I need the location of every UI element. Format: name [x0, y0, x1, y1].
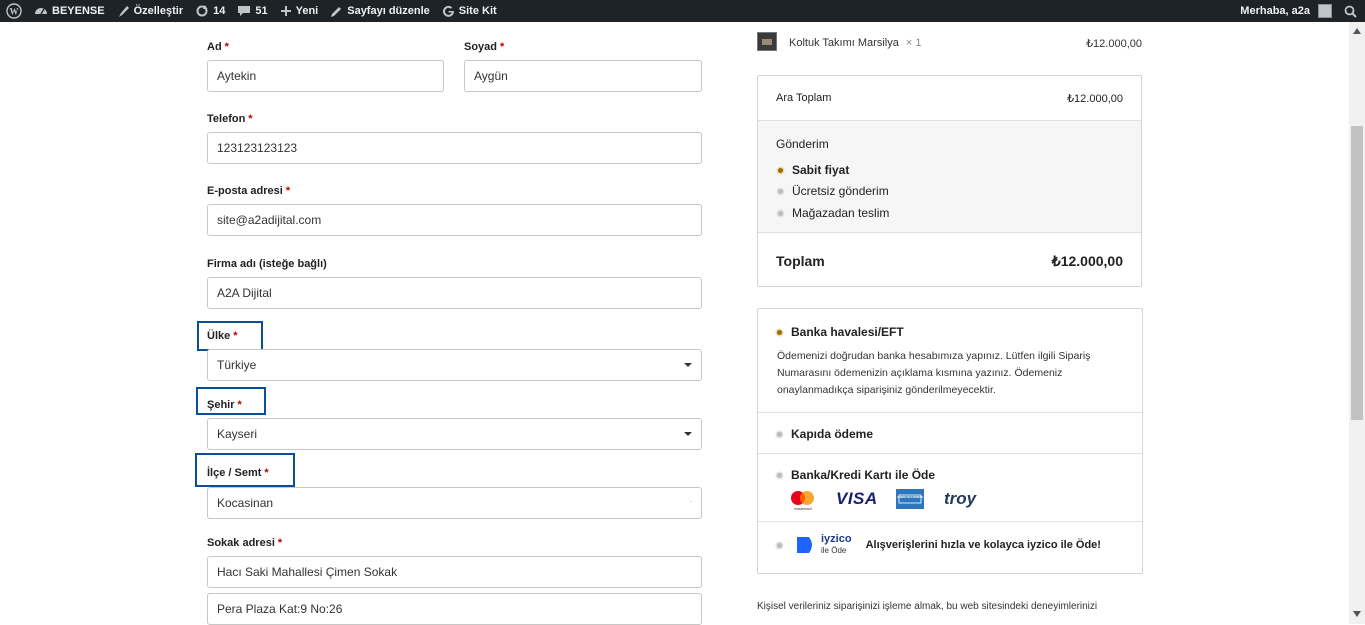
product-qty: × 1: [905, 37, 922, 49]
card-label: Banka/Kredi Kartı ile Öde: [791, 468, 936, 482]
shipping-section: Gönderim Sabit fiyat Ücretsiz gönderim M…: [758, 120, 1141, 233]
avatar: [1318, 4, 1332, 18]
comments-count: 51: [255, 5, 268, 17]
country-select[interactable]: Türkiye: [207, 349, 702, 381]
google-g-icon: [442, 5, 454, 17]
total-label: Toplam: [776, 253, 825, 269]
company-input[interactable]: A2A Dijital: [207, 277, 702, 309]
plus-icon: [280, 6, 291, 16]
scroll-down-icon[interactable]: [1353, 611, 1361, 617]
total-row: Toplam ₺12.000,00: [758, 234, 1141, 288]
updates-button[interactable]: 14: [189, 0, 231, 22]
comment-icon: [238, 6, 251, 16]
email-input[interactable]: site@a2adijital.com: [207, 204, 702, 236]
comments-button[interactable]: 51: [231, 0, 273, 22]
order-totals: Ara Toplam ₺12.000,00 Gönderim Sabit fiy…: [757, 75, 1142, 287]
country-label: Ülke *: [207, 330, 238, 342]
admin-bar: W BEYENSE Özelleştir 14 51 Yeni Sayfayı …: [0, 0, 1365, 22]
shipping-option-flat[interactable]: Sabit fiyat: [778, 163, 849, 177]
troy-logo: troy: [944, 489, 977, 508]
scroll-up-icon[interactable]: [1353, 28, 1361, 34]
refresh-icon: [196, 5, 208, 17]
new-content-button[interactable]: Yeni: [274, 0, 325, 22]
shipping-label: Gönderim: [776, 137, 829, 151]
product-price: ₺12.000,00: [1086, 38, 1142, 50]
edit-page-label: Sayfayı düzenle: [347, 5, 430, 17]
wordpress-icon: W: [6, 3, 22, 19]
site-name: BEYENSE: [52, 5, 105, 17]
search-icon: [1344, 5, 1357, 18]
radio-icon: [777, 431, 782, 437]
radio-icon: [777, 542, 782, 548]
bank-transfer-label: Banka havalesi/EFT: [791, 325, 904, 339]
svg-text:W: W: [10, 7, 19, 17]
scroll-thumb[interactable]: [1351, 126, 1363, 420]
iyzico-logo-icon: [797, 537, 812, 553]
updates-count: 14: [213, 5, 226, 17]
last-name-input[interactable]: Aygün: [464, 60, 702, 92]
customize-label: Özelleştir: [133, 5, 184, 17]
district-label: İlçe / Semt *: [207, 467, 269, 479]
bank-transfer-description: Ödemenizi doğrudan banka hesabımıza yapı…: [777, 350, 1091, 396]
privacy-notice: Kişisel verileriniz siparişinizi işleme …: [757, 601, 1098, 612]
chevron-down-icon: [684, 432, 692, 436]
customize-button[interactable]: Özelleştir: [111, 0, 190, 22]
payment-cash-on-delivery[interactable]: Kapıda ödeme: [758, 412, 1142, 453]
edit-page-button[interactable]: Sayfayı düzenle: [324, 0, 436, 22]
street-label: Sokak adresi *: [207, 537, 283, 549]
pencil-icon: [331, 6, 342, 17]
subtotal-value: ₺12.000,00: [1067, 93, 1123, 105]
dashboard-icon: [35, 8, 47, 15]
radio-selected-icon: [777, 329, 782, 335]
svg-text:mastercard: mastercard: [794, 507, 812, 511]
street-input-2[interactable]: Pera Plaza Kat:9 No:26: [207, 593, 702, 625]
radio-icon: [777, 472, 782, 478]
email-label: E-posta adresi *: [207, 185, 291, 197]
site-name-button[interactable]: BEYENSE: [28, 0, 111, 22]
city-select[interactable]: Kayseri: [207, 418, 702, 450]
admin-search-button[interactable]: [1338, 0, 1365, 22]
district-select[interactable]: Kocasinan: [207, 487, 702, 519]
street-input-1[interactable]: Hacı Saki Mahallesi Çimen Sokak: [207, 556, 702, 588]
chevron-down-icon: [684, 363, 692, 367]
brush-icon: [118, 5, 129, 17]
amex-logo: AMERICAN EXPRESS: [896, 489, 924, 509]
greeting-text: Merhaba, a2a: [1240, 5, 1310, 17]
first-name-input[interactable]: Aytekin: [207, 60, 444, 92]
phone-input[interactable]: 123123123123: [207, 132, 702, 164]
phone-label: Telefon *: [207, 113, 253, 125]
cash-on-delivery-label: Kapıda ödeme: [791, 427, 874, 441]
visa-logo: VISA: [836, 489, 878, 508]
first-name-label: Ad *: [207, 41, 229, 53]
account-menu[interactable]: Merhaba, a2a: [1234, 0, 1338, 22]
svg-text:AMERICAN EXPRESS: AMERICAN EXPRESS: [897, 496, 923, 499]
subtotal-row: Ara Toplam ₺12.000,00: [758, 76, 1141, 120]
radio-icon: [778, 210, 783, 216]
page-scrollbar[interactable]: [1349, 22, 1365, 624]
product-name: Koltuk Takımı Marsilya: [789, 37, 899, 49]
shipping-option-pickup[interactable]: Mağazadan teslim: [778, 206, 889, 220]
last-name-label: Soyad *: [464, 41, 505, 53]
company-label: Firma adı (isteğe bağlı): [207, 258, 327, 270]
site-kit-button[interactable]: Site Kit: [436, 0, 503, 22]
iyzico-text: Alışverişlerini hızla ve kolayca iyzico …: [865, 539, 1101, 551]
chevron-down-icon: [690, 501, 692, 502]
iyzico-sub: ile Öde: [821, 546, 847, 555]
iyzico-brand: iyzico: [821, 533, 852, 545]
subtotal-label: Ara Toplam: [776, 92, 832, 104]
radio-icon: [778, 188, 783, 194]
new-label: Yeni: [295, 5, 319, 17]
city-label: Şehir *: [207, 399, 242, 411]
product-thumbnail: [757, 32, 777, 51]
radio-selected-icon: [778, 167, 783, 173]
payment-iyzico[interactable]: iyzico ile Öde Alışverişlerini hızla ve …: [758, 521, 1142, 574]
site-kit-label: Site Kit: [458, 5, 497, 17]
total-value: ₺12.000,00: [1051, 253, 1123, 269]
product-name-row: Koltuk Takımı Marsilya × 1: [789, 37, 922, 49]
wordpress-logo-button[interactable]: W: [0, 0, 28, 22]
payment-bank-transfer[interactable]: Banka havalesi/EFT Ödemenizi doğrudan ba…: [758, 309, 1142, 412]
mastercard-logo: mastercard: [791, 491, 814, 511]
payment-methods: Banka havalesi/EFT Ödemenizi doğrudan ba…: [757, 308, 1143, 574]
shipping-option-free[interactable]: Ücretsiz gönderim: [778, 184, 889, 198]
